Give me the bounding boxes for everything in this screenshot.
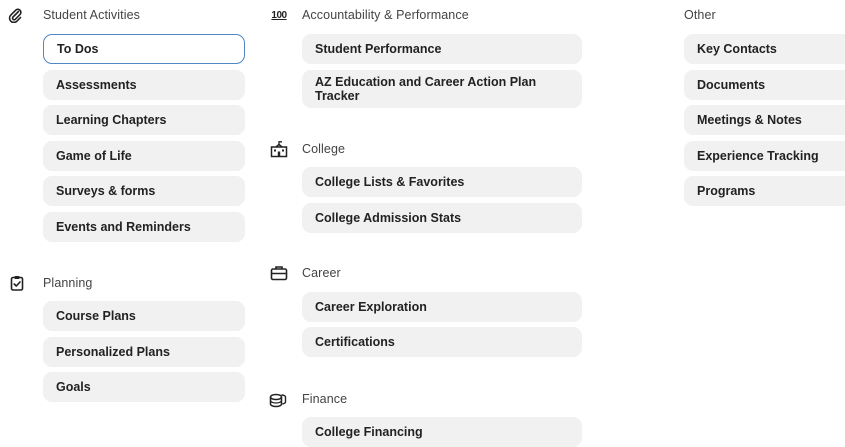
menu-item-college-lists-favorites[interactable]: College Lists & Favorites <box>302 167 582 197</box>
menu-item-experience-tracking[interactable]: Experience Tracking <box>684 141 845 171</box>
menu-item-meetings-notes[interactable]: Meetings & Notes <box>684 105 845 135</box>
menu-item-learning-chapters[interactable]: Learning Chapters <box>43 105 245 135</box>
menu-item-game-of-life[interactable]: Game of Life <box>43 141 245 171</box>
section-title: Accountability & Performance <box>302 8 469 22</box>
section-title: Planning <box>43 276 93 290</box>
menu-item-course-plans[interactable]: Course Plans <box>43 301 245 331</box>
menu-item-college-admission-stats[interactable]: College Admission Stats <box>302 203 582 233</box>
section-title: Career <box>302 266 341 280</box>
menu-item-assessments[interactable]: Assessments <box>43 70 245 100</box>
menu-item-college-financing[interactable]: College Financing <box>302 417 582 447</box>
section-title: Finance <box>302 392 348 406</box>
menu-item-goals[interactable]: Goals <box>43 372 245 402</box>
menu-item-programs[interactable]: Programs <box>684 176 845 206</box>
menu-item-to-dos[interactable]: To Dos <box>43 34 245 64</box>
briefcase-icon <box>270 264 288 282</box>
menu-item-certifications[interactable]: Certifications <box>302 327 582 357</box>
hundred-points-icon: 100 <box>271 9 287 21</box>
menu-item-az-ecap-tracker[interactable]: AZ Education and Career Action Plan Trac… <box>302 70 582 108</box>
menu-item-key-contacts[interactable]: Key Contacts <box>684 34 845 64</box>
menu-item-documents[interactable]: Documents <box>684 70 845 100</box>
section-title: Other <box>684 8 716 22</box>
menu-item-student-performance[interactable]: Student Performance <box>302 34 582 64</box>
section-title: Student Activities <box>43 8 140 22</box>
paperclip-icon <box>6 6 24 24</box>
clipboard-check-icon <box>8 274 26 292</box>
school-building-icon <box>270 140 288 158</box>
section-title: College <box>302 142 346 156</box>
menu-item-surveys-forms[interactable]: Surveys & forms <box>43 176 245 206</box>
menu-item-personalized-plans[interactable]: Personalized Plans <box>43 337 245 367</box>
coins-icon <box>269 390 287 408</box>
menu-item-career-exploration[interactable]: Career Exploration <box>302 292 582 322</box>
menu-item-events-reminders[interactable]: Events and Reminders <box>43 212 245 242</box>
